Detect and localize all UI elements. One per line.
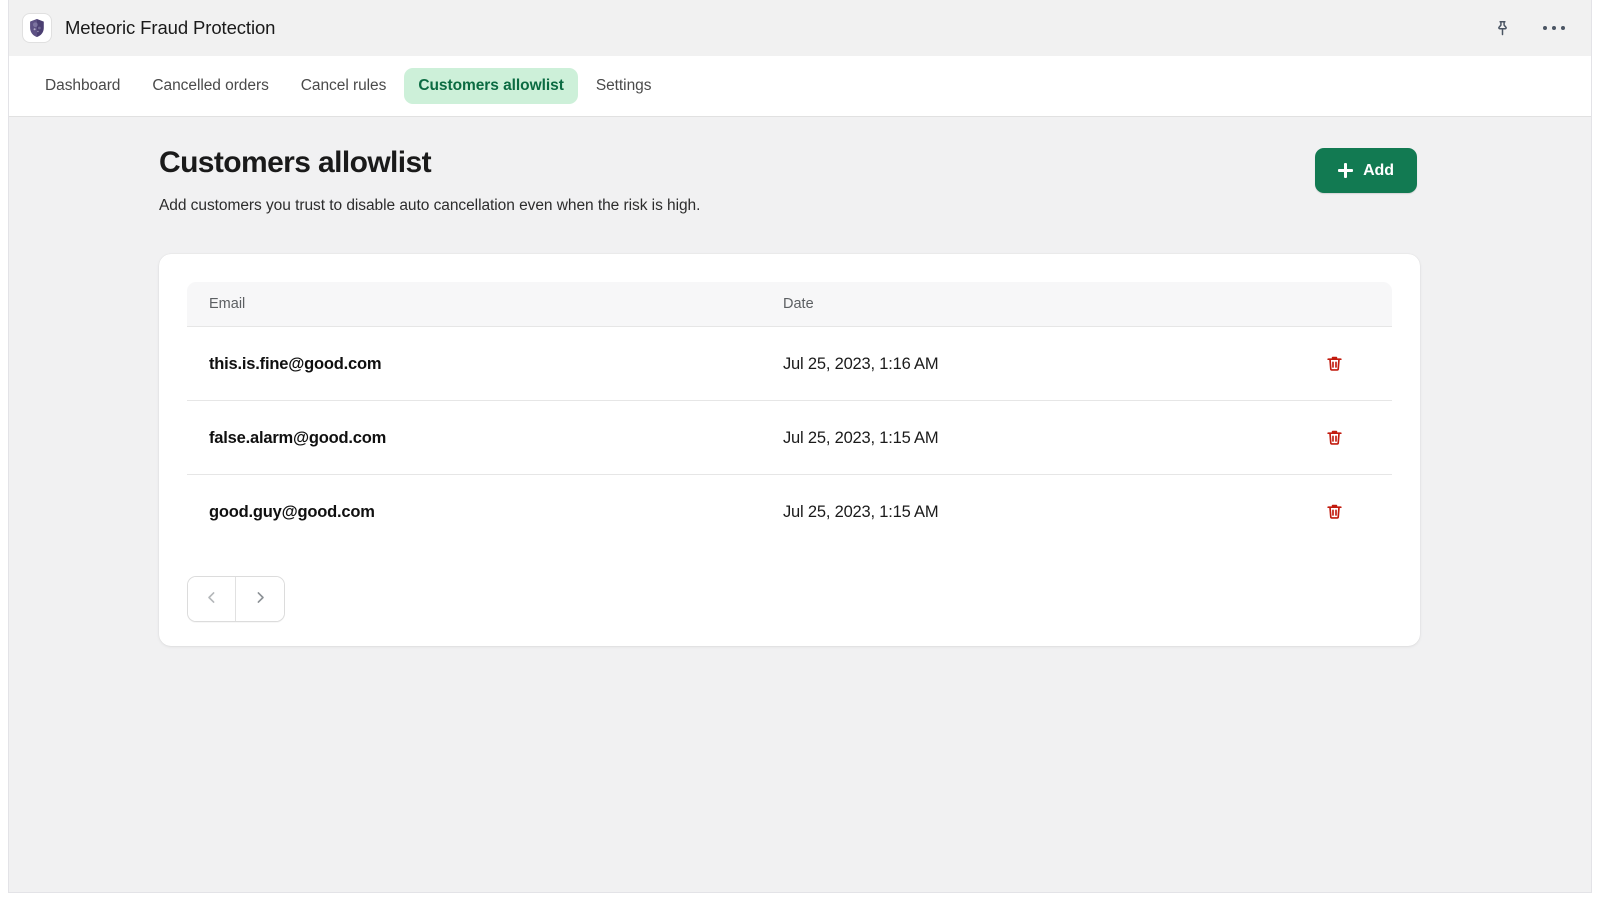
trash-icon[interactable]: [1321, 424, 1348, 451]
page-subtitle: Add customers you trust to disable auto …: [159, 197, 701, 214]
cell-actions: [1261, 326, 1392, 401]
chevron-right-icon: [252, 589, 269, 609]
page-header: Customers allowlist Add customers you tr…: [159, 145, 1567, 215]
cell-date: Jul 25, 2023, 1:16 AM: [761, 326, 1261, 401]
trash-icon[interactable]: [1321, 498, 1348, 525]
app-title: Meteoric Fraud Protection: [65, 17, 276, 38]
table-body: this.is.fine@good.com Jul 25, 2023, 1:16…: [187, 326, 1392, 549]
column-header-date: Date: [761, 282, 1261, 327]
tab-cancel-rules[interactable]: Cancel rules: [287, 68, 401, 104]
add-button[interactable]: Add: [1315, 148, 1417, 193]
cell-actions: [1261, 400, 1392, 475]
cell-email: this.is.fine@good.com: [187, 326, 761, 401]
app-window: Meteoric Fraud Protection Dashboard Canc…: [8, 0, 1592, 893]
page-content: Customers allowlist Add customers you tr…: [9, 117, 1591, 892]
cell-email: good.guy@good.com: [209, 502, 375, 521]
column-header-actions: [1261, 282, 1392, 327]
tab-customers-allowlist[interactable]: Customers allowlist: [404, 68, 578, 104]
table-header-row: Email Date: [187, 282, 1392, 327]
tab-cancelled-orders[interactable]: Cancelled orders: [138, 68, 282, 104]
chevron-left-icon: [203, 589, 220, 609]
table-row: good.guy@good.com Jul 25, 2023, 1:15 AM: [187, 475, 1392, 549]
table-row: false.alarm@good.com Jul 25, 2023, 1:15 …: [187, 400, 1392, 475]
cell-email: false.alarm@good.com: [187, 400, 761, 475]
pin-icon[interactable]: [1489, 15, 1515, 41]
shield-meteor-icon: [23, 14, 51, 42]
pagination-next-button[interactable]: [236, 577, 284, 621]
tab-dashboard[interactable]: Dashboard: [31, 68, 134, 104]
tab-settings[interactable]: Settings: [582, 68, 666, 104]
pagination: [187, 576, 285, 622]
table-row: this.is.fine@good.com Jul 25, 2023, 1:16…: [187, 326, 1392, 401]
allowlist-table: Email Date this.is.fine@good.com Jul 25,…: [187, 282, 1392, 548]
cell-actions: [1261, 475, 1392, 549]
add-button-label: Add: [1363, 161, 1394, 179]
table-header: Email Date: [187, 282, 1392, 327]
plus-icon: [1338, 163, 1354, 178]
app-topbar: Meteoric Fraud Protection: [9, 0, 1591, 56]
topbar-actions: [1489, 15, 1567, 41]
page-title: Customers allowlist: [159, 146, 432, 179]
ellipsis-dots: [1542, 25, 1566, 31]
allowlist-card: Email Date this.is.fine@good.com Jul 25,…: [159, 254, 1420, 646]
column-header-email: Email: [187, 282, 761, 327]
topbar-brand: Meteoric Fraud Protection: [23, 14, 275, 42]
primary-tabbar: Dashboard Cancelled orders Cancel rules …: [9, 56, 1591, 117]
cell-date: Jul 25, 2023, 1:15 AM: [761, 400, 1261, 475]
more-horizontal-icon[interactable]: [1541, 15, 1567, 41]
cell-date: Jul 25, 2023, 1:15 AM: [783, 502, 939, 521]
trash-icon[interactable]: [1321, 350, 1348, 377]
pagination-previous-button[interactable]: [188, 577, 236, 621]
